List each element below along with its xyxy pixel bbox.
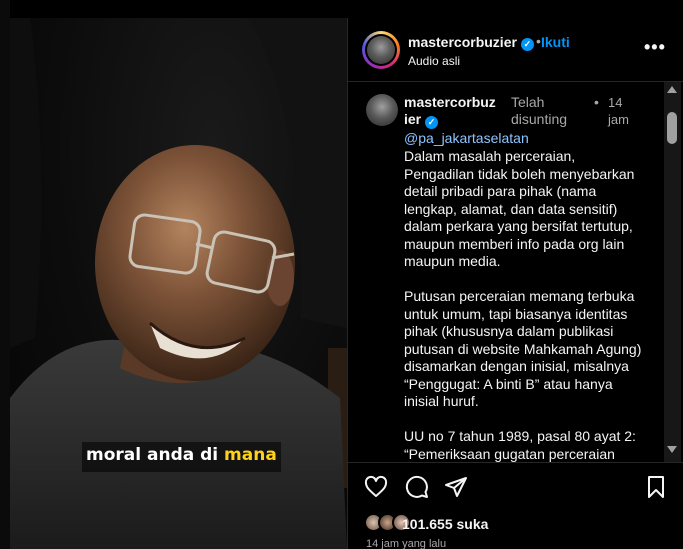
profile-avatar[interactable] xyxy=(362,31,400,69)
caption-body-text: Dalam masalah perceraian, Pengadilan tid… xyxy=(404,148,642,462)
scrollbar[interactable] xyxy=(664,82,681,462)
comment-time-unit: jam xyxy=(608,112,629,127)
likes-number[interactable]: 101.655 xyxy=(402,516,453,532)
edited-label-part1: Telah xyxy=(511,94,545,110)
scroll-up-arrow-icon[interactable] xyxy=(667,86,677,93)
heart-icon[interactable] xyxy=(364,475,390,501)
comment-username-part1[interactable]: mastercorbuz xyxy=(404,94,496,110)
reel-video[interactable]: moral anda di mana xyxy=(10,18,347,549)
comment-username[interactable]: mastercorbuz ier ✓ xyxy=(404,94,499,129)
avatar-image xyxy=(367,36,395,64)
edited-label-part2: disunting xyxy=(511,111,568,127)
video-caption: moral anda di mana xyxy=(82,442,281,472)
post-timestamp[interactable]: 14 jam yang lalu xyxy=(366,538,446,549)
comment-separator: • xyxy=(594,94,599,110)
verified-badge-icon: ✓ xyxy=(425,116,439,129)
comment-username-part2[interactable]: ier xyxy=(404,111,421,127)
verified-badge-icon: ✓ xyxy=(520,38,534,51)
scroll-thumb[interactable] xyxy=(667,112,677,144)
action-bar: 101.655 suka 14 jam yang lalu xyxy=(348,462,683,549)
comment-time-value: 14 xyxy=(608,95,623,110)
post-panel: mastercorbuzier ✓ • Ikuti Audio asli ••• … xyxy=(347,18,683,549)
share-icon[interactable] xyxy=(444,475,470,501)
scroll-down-arrow-icon[interactable] xyxy=(667,446,677,453)
more-options-icon[interactable]: ••• xyxy=(644,38,668,60)
username-text[interactable]: mastercorbuzier xyxy=(408,34,517,50)
likes-label[interactable]: suka xyxy=(457,516,489,532)
caption-text: moral anda di xyxy=(86,445,219,465)
follow-button[interactable]: Ikuti xyxy=(541,34,570,50)
header-username[interactable]: mastercorbuzier ✓ xyxy=(408,34,534,51)
bookmark-icon[interactable] xyxy=(644,475,670,501)
caption-highlight-text: mana xyxy=(224,445,277,465)
comment-avatar[interactable] xyxy=(366,94,398,126)
comment-icon[interactable] xyxy=(405,475,431,501)
mention-text[interactable]: @pa_jakartaselatan xyxy=(404,130,529,146)
edited-label: Telah disunting xyxy=(511,94,581,128)
caption-comment: mastercorbuz ier ✓ Telah disunting • 14 … xyxy=(348,82,661,462)
post-header: mastercorbuzier ✓ • Ikuti Audio asli ••• xyxy=(348,18,683,82)
comment-time: 14 jam xyxy=(608,94,638,128)
likes-count[interactable]: 101.655 suka xyxy=(402,516,488,532)
left-edge xyxy=(0,0,10,549)
audio-label[interactable]: Audio asli xyxy=(408,54,460,68)
mention-link[interactable]: @pa_jakartaselatan xyxy=(404,130,529,146)
